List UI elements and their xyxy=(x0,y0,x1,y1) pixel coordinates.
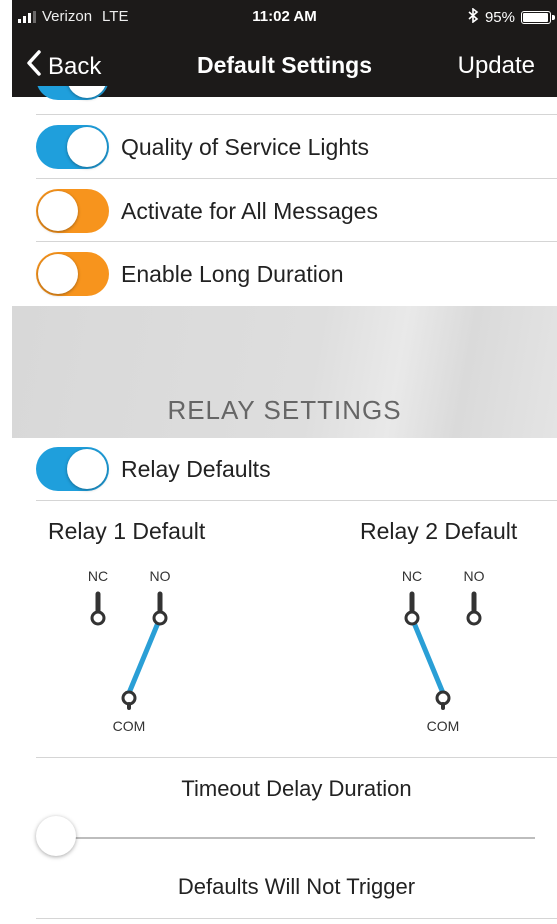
bluetooth-icon xyxy=(468,7,479,27)
toggle-row-quality-of-service-lights: Quality of Service Lights xyxy=(36,124,557,170)
divider xyxy=(36,500,557,501)
relay1-nc-label: NC xyxy=(88,568,108,584)
toggle-label: Activate for All Messages xyxy=(121,197,378,224)
top-bar: Verizon LTE 11:02 AM 95% Back Default Se… xyxy=(12,0,557,97)
quality-of-service-lights-toggle[interactable] xyxy=(36,125,109,169)
relay2-com-label: COM xyxy=(427,718,460,734)
timeout-status: Defaults Will Not Trigger xyxy=(177,874,416,899)
divider xyxy=(36,114,557,115)
enable-long-duration-toggle[interactable] xyxy=(36,252,109,296)
update-button[interactable]: Update xyxy=(458,52,535,80)
divider xyxy=(36,757,557,758)
timeout-title: Timeout Delay Duration xyxy=(181,776,412,801)
timeout-slider-track[interactable] xyxy=(56,837,535,839)
timeout-slider-thumb[interactable] xyxy=(36,816,76,856)
activate-for-all-messages-toggle[interactable] xyxy=(36,189,109,233)
battery-icon xyxy=(521,11,555,24)
battery-percent: 95% xyxy=(484,9,515,26)
relay2-nc-label: NC xyxy=(402,568,422,584)
back-label: Back xyxy=(48,52,102,80)
back-button[interactable]: Back xyxy=(26,50,101,83)
toggle-row-activate-for-all-messages: Activate for All Messages xyxy=(36,188,557,234)
relay2-diagram[interactable]: NC NO COM xyxy=(394,565,504,740)
toggle-row-relay-defaults: Relay Defaults xyxy=(36,446,557,492)
status-bar: Verizon LTE 11:02 AM 95% xyxy=(12,0,557,30)
chevron-left-icon xyxy=(26,50,42,83)
relay-settings-banner: RELAY SETTINGS xyxy=(12,306,557,438)
relay1-diagram[interactable]: NC NO COM xyxy=(80,565,190,740)
toggle-label: Enable Long Duration xyxy=(121,260,344,287)
divider xyxy=(36,241,557,242)
toggle-label: Quality of Service Lights xyxy=(121,133,370,160)
toggle-row-enable-long-duration: Enable Long Duration xyxy=(36,251,557,297)
relay1-com-label: COM xyxy=(113,718,146,734)
relay2-no-label: NO xyxy=(464,568,485,584)
partial-toggle[interactable] xyxy=(36,86,109,102)
relay1-title: Relay 1 Default xyxy=(48,518,206,544)
relay2-title: Relay 2 Default xyxy=(360,518,518,544)
divider xyxy=(36,178,557,179)
divider xyxy=(36,918,557,919)
section-title: RELAY SETTINGS xyxy=(167,395,402,425)
relay-defaults-toggle[interactable] xyxy=(36,447,109,491)
toggle-label: Relay Defaults xyxy=(121,455,271,482)
relay1-no-label: NO xyxy=(150,568,171,584)
